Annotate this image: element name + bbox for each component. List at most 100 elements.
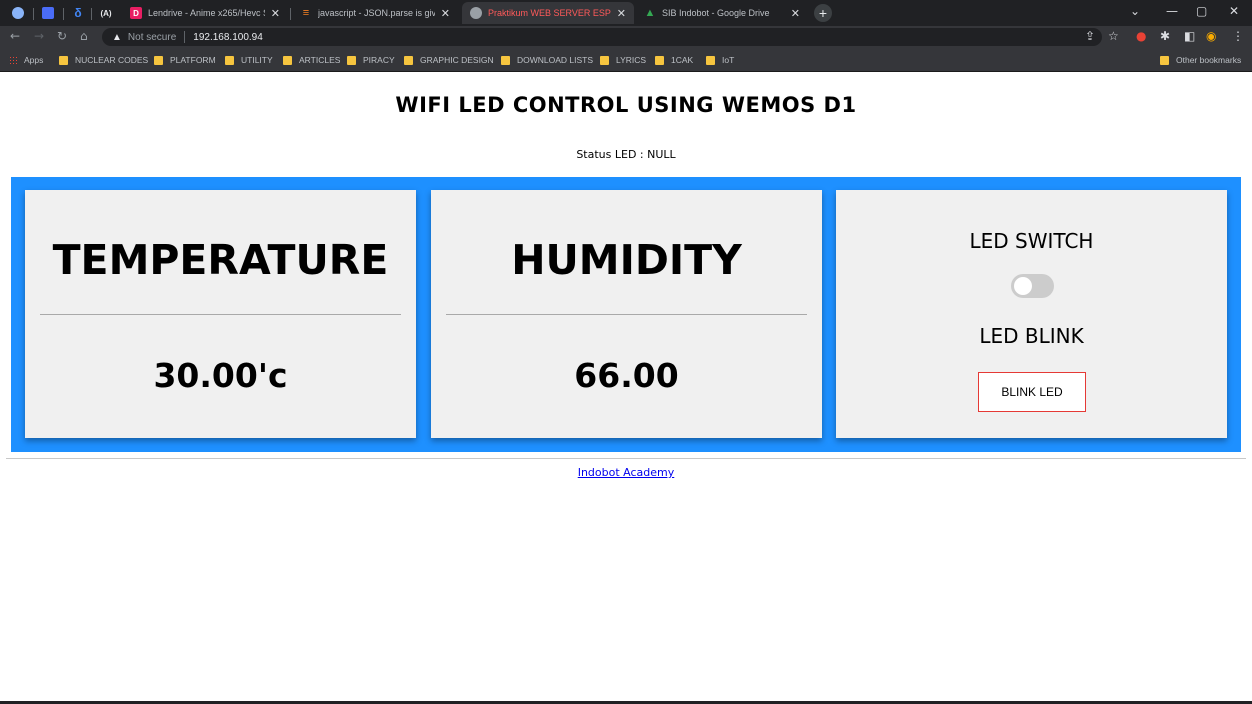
led-control-card: LED SWITCH LED BLINK BLINK LED	[836, 190, 1227, 438]
temperature-heading: TEMPERATURE	[52, 236, 389, 284]
tab-title: Lendrive - Anime x265/Hevc Sub	[148, 8, 265, 18]
apps-grid-icon	[9, 55, 18, 65]
bookmark-label: PIRACY	[363, 55, 395, 65]
card-divider	[446, 314, 807, 315]
security-label: Not secure	[127, 31, 177, 43]
folder-icon	[225, 55, 234, 65]
drive-icon: ▲	[644, 7, 656, 19]
led-blink-label: LED BLINK	[979, 324, 1084, 348]
tab-praktikum[interactable]: Praktikum WEB SERVER ESP8266 ✕	[462, 2, 634, 24]
folder-icon	[404, 55, 413, 65]
led-switch-toggle[interactable]	[1011, 274, 1054, 298]
folder-icon	[59, 55, 68, 65]
bookmark-folder[interactable]: ARTICLES	[283, 55, 340, 65]
close-icon[interactable]: ✕	[617, 7, 626, 20]
page-title: WIFI LED CONTROL USING WEMOS D1	[395, 93, 857, 117]
reload-icon[interactable]: ↻	[57, 29, 67, 43]
bookmark-label: Other bookmarks	[1176, 55, 1242, 65]
new-tab-button[interactable]: +	[814, 4, 832, 22]
bookmark-folder[interactable]: DOWNLOAD LISTS	[501, 55, 593, 65]
dashboard-panel: TEMPERATURE 30.00'c HUMIDITY 66.00 LED S…	[11, 177, 1241, 452]
bookmark-folder[interactable]: GRAPHIC DESIGN	[404, 55, 494, 65]
bookmark-label: Apps	[24, 55, 44, 65]
tab-title: javascript - JSON.parse is giving	[318, 8, 435, 18]
humidity-value: 66.00	[574, 356, 679, 395]
bookmark-label: DOWNLOAD LISTS	[517, 55, 594, 65]
site-icon	[42, 7, 54, 19]
tab-strip: δ (A) D Lendrive - Anime x265/Hevc Sub ✕…	[0, 0, 1252, 26]
folder-icon	[283, 55, 292, 65]
star-icon[interactable]: ☆	[1108, 29, 1119, 43]
restore-icon[interactable]: ▢	[1196, 4, 1207, 18]
bookmark-apps[interactable]: Apps	[9, 55, 43, 65]
delta-icon: δ	[74, 6, 82, 20]
bookmark-folder[interactable]: PLATFORM	[154, 55, 216, 65]
tab-search-icon[interactable]: ⌄	[1130, 4, 1140, 18]
temperature-value: 30.00'c	[153, 356, 288, 395]
tab-pinned-4-label: (A)	[100, 8, 112, 18]
folder-icon	[347, 55, 356, 65]
warning-icon: ▲	[112, 31, 122, 43]
side-panel-icon[interactable]: ◧	[1184, 29, 1195, 43]
folder-icon	[655, 55, 664, 65]
stackoverflow-icon: ≡	[302, 7, 310, 19]
bookmark-label: UTILITY	[241, 55, 273, 65]
close-window-icon[interactable]: ✕	[1229, 4, 1239, 18]
humidity-card: HUMIDITY 66.00	[431, 190, 822, 438]
bookmark-folder[interactable]: LYRICS	[600, 55, 646, 65]
lendrive-icon: D	[130, 7, 142, 19]
url-text: 192.168.100.94	[193, 31, 263, 43]
humidity-heading: HUMIDITY	[511, 236, 742, 284]
blink-led-button[interactable]: BLINK LED	[978, 372, 1086, 412]
avatar[interactable]: ◉	[1206, 29, 1216, 43]
bookmark-folder[interactable]: NUCLEAR CODES	[59, 55, 148, 65]
forward-arrow-icon[interactable]: →	[34, 29, 44, 43]
extension-opera-icon[interactable]: ●	[1136, 29, 1146, 43]
tab-pinned-1[interactable]	[4, 2, 32, 24]
close-icon[interactable]: ✕	[271, 7, 280, 20]
tab-pinned-3[interactable]: δ	[64, 2, 92, 24]
tab-separator	[290, 8, 291, 20]
tab-drive[interactable]: ▲ SIB Indobot - Google Drive ✕	[636, 2, 808, 24]
web-page: WIFI LED CONTROL USING WEMOS D1 Status L…	[0, 73, 1252, 701]
folder-icon	[1160, 55, 1169, 65]
omnibox-separator	[184, 31, 186, 43]
back-arrow-icon[interactable]: ←	[10, 29, 20, 43]
bookmark-folder[interactable]: 1CAK	[655, 55, 693, 65]
tab-pinned-4[interactable]: (A)	[92, 2, 120, 24]
bookmark-other[interactable]: Other bookmarks	[1160, 55, 1241, 65]
card-divider	[40, 314, 401, 315]
bookmark-label: 1CAK	[671, 55, 694, 65]
tab-stackoverflow[interactable]: ≡ javascript - JSON.parse is giving ✕	[292, 2, 458, 24]
folder-icon	[501, 55, 510, 65]
temperature-card: TEMPERATURE 30.00'c	[25, 190, 416, 438]
share-icon[interactable]: ⇪	[1085, 29, 1095, 43]
bookmark-folder[interactable]: IoT	[706, 55, 734, 65]
minimize-icon[interactable]: —	[1166, 4, 1178, 18]
bookmark-label: GRAPHIC DESIGN	[420, 55, 494, 65]
extensions-puzzle-icon[interactable]: ✱	[1160, 29, 1170, 43]
bookmark-folder[interactable]: PIRACY	[347, 55, 395, 65]
folder-icon	[706, 55, 715, 65]
close-icon[interactable]: ✕	[791, 7, 800, 20]
tab-lendrive[interactable]: D Lendrive - Anime x265/Hevc Sub ✕	[122, 2, 288, 24]
bookmarks-bar: Apps NUCLEAR CODES PLATFORM UTILITY ARTI…	[0, 48, 1252, 72]
tab-title: Praktikum WEB SERVER ESP8266	[488, 8, 611, 18]
bookmark-label: IoT	[722, 55, 735, 65]
toggle-knob	[1014, 277, 1032, 295]
bookmark-folder[interactable]: UTILITY	[225, 55, 273, 65]
led-status-text: Status LED : NULL	[576, 148, 676, 161]
browser-toolbar: ← → ↻ ⌂ ▲ Not secure 192.168.100.94 ⇪ ☆ …	[0, 26, 1252, 48]
bookmark-label: ARTICLES	[299, 55, 341, 65]
tab-pinned-2[interactable]	[34, 2, 62, 24]
globe-icon	[12, 7, 24, 19]
menu-dots-icon[interactable]: ⋮	[1232, 29, 1244, 43]
bookmark-label: LYRICS	[616, 55, 647, 65]
close-icon[interactable]: ✕	[441, 7, 450, 20]
indobot-academy-link[interactable]: Indobot Academy	[0, 466, 1252, 479]
home-icon[interactable]: ⌂	[80, 29, 88, 43]
address-bar[interactable]: ▲ Not secure 192.168.100.94	[102, 28, 1102, 46]
bookmark-label: NUCLEAR CODES	[75, 55, 149, 65]
folder-icon	[154, 55, 163, 65]
led-switch-label: LED SWITCH	[969, 229, 1094, 253]
